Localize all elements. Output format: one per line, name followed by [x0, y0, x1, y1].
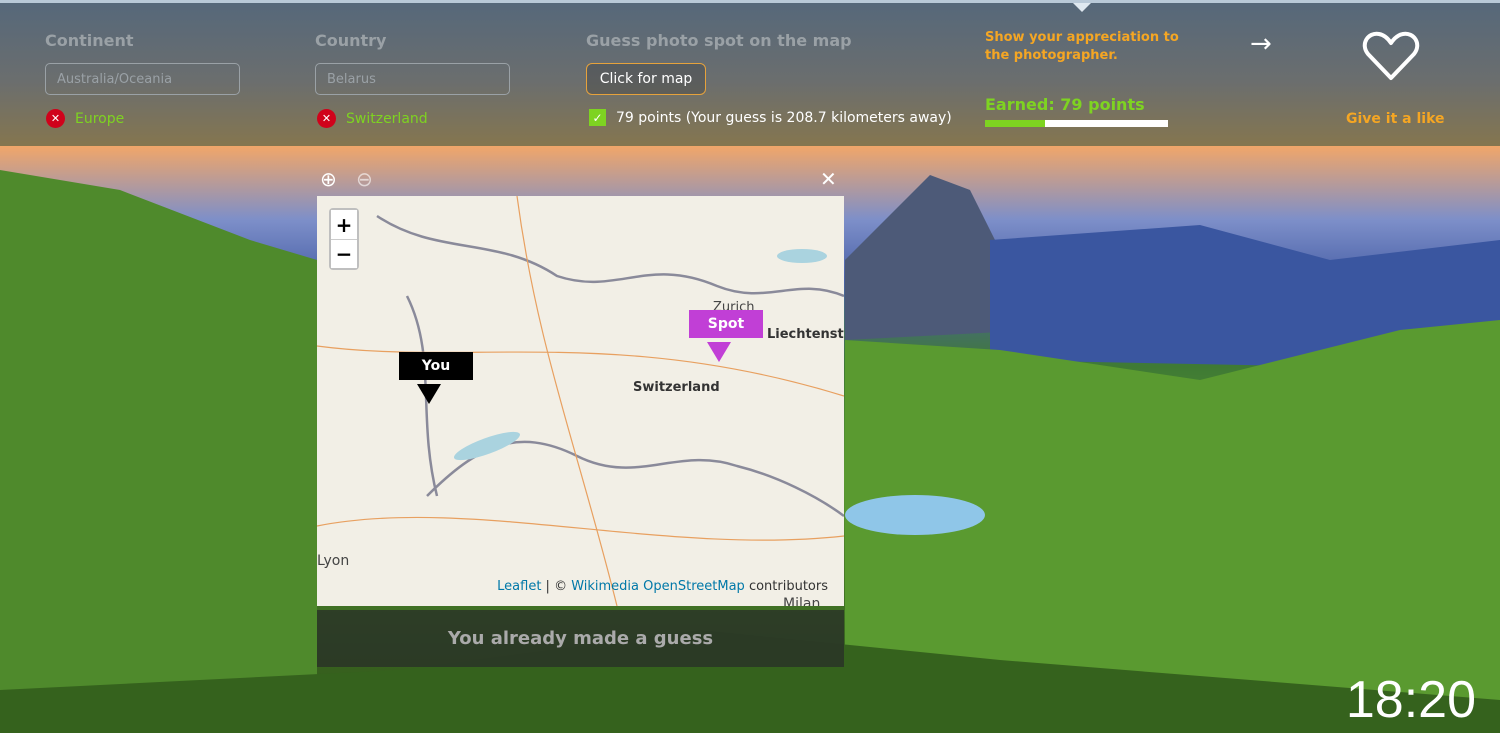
continent-label: Continent	[45, 31, 134, 50]
game-header: Continent ✕ Europe Country ✕ Switzerland G…	[0, 0, 1500, 146]
arrow-right-icon: →	[1250, 29, 1272, 59]
attribution-suffix: contributors	[744, 579, 828, 594]
spot-label: Guess photo spot on the map	[586, 31, 852, 50]
close-map-icon[interactable]: ✕	[820, 167, 837, 191]
spot-result-text: 79 points (Your guess is 208.7 kilometer…	[616, 109, 952, 126]
map-label-milan: Milan	[783, 596, 821, 606]
map-zoom-in-button[interactable]: +	[331, 210, 357, 239]
appreciation-text: Show your appreciation to the photograph…	[985, 30, 1179, 63]
heart-icon[interactable]	[1362, 30, 1420, 82]
map-label-liechtenstein: Liechtenst	[767, 327, 844, 342]
attribution-separator: | ©	[541, 579, 572, 594]
header-notch	[1073, 3, 1091, 12]
map-view[interactable]: + − Switzerland Zurich Liechtenst Lyon M…	[317, 196, 844, 606]
wrong-icon: ✕	[317, 109, 336, 128]
continent-input[interactable]	[45, 63, 240, 95]
wrong-icon: ✕	[46, 109, 65, 128]
you-marker-tip	[417, 384, 441, 404]
country-correct-answer: Switzerland	[346, 110, 428, 127]
spot-marker-tip	[707, 342, 731, 362]
spot-marker[interactable]: Spot	[689, 310, 763, 338]
zoom-out-icon[interactable]: ⊖	[356, 167, 373, 191]
you-marker[interactable]: You	[399, 352, 473, 380]
map-attribution: Leaflet | © Wikimedia OpenStreetMap cont…	[497, 579, 828, 594]
country-input[interactable]	[315, 63, 510, 95]
points-progress-fill	[985, 120, 1046, 127]
earned-points: Earned: 79 points	[985, 95, 1145, 114]
give-like-link[interactable]: Give it a like	[1346, 111, 1445, 127]
leaflet-link[interactable]: Leaflet	[497, 579, 541, 594]
spot-result: ✓ 79 points (Your guess is 208.7 kilomete…	[589, 109, 952, 126]
click-for-map-button[interactable]: Click for map	[586, 63, 706, 95]
continent-correct-answer: Europe	[75, 110, 125, 127]
check-icon: ✓	[589, 109, 606, 126]
map-zoom-out-button[interactable]: −	[331, 239, 357, 268]
zoom-in-icon[interactable]: ⊕	[320, 167, 337, 191]
already-guessed-button[interactable]: You already made a guess	[317, 610, 844, 667]
country-label: Country	[315, 31, 387, 50]
map-label-switzerland: Switzerland	[633, 380, 720, 395]
country-answer: ✕ Switzerland	[317, 109, 428, 128]
clock: 18:20	[1345, 671, 1476, 729]
points-progress-bar	[985, 120, 1168, 127]
map-label-lyon: Lyon	[317, 553, 350, 569]
map-zoom-control: + −	[329, 208, 359, 270]
map-tiles	[317, 196, 844, 606]
osm-link[interactable]: Wikimedia OpenStreetMap	[571, 579, 745, 594]
continent-answer: ✕ Europe	[46, 109, 124, 128]
